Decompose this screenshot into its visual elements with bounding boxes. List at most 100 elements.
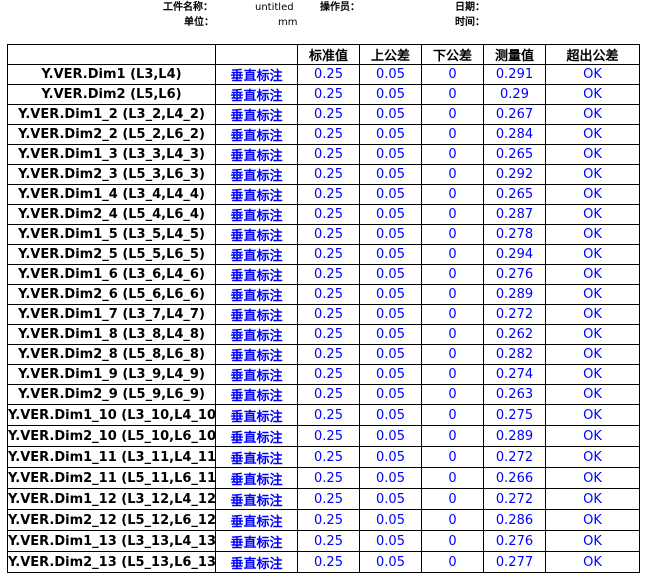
table-row: Y.VER.Dim2_13 (L5_13,L6_13) 垂直标注 0.25 0.05 0… <box>7 551 640 573</box>
measured-value: 0.287 <box>483 204 546 225</box>
measured-value: 0.289 <box>483 425 546 447</box>
dimension-name: Y.VER.Dim1_11 (L3_11,L4_11) <box>7 446 216 468</box>
measured-value: 0.265 <box>483 184 546 205</box>
dimension-type: 垂直标注 <box>215 244 298 265</box>
nominal-value: 0.25 <box>297 124 360 145</box>
dimension-name: Y.VER.Dim1_12 (L3_12,L4_12) <box>7 488 216 510</box>
upper-tolerance: 0.05 <box>359 124 422 145</box>
lower-tolerance: 0 <box>421 404 484 426</box>
dimension-name: Y.VER.Dim1_5 (L3_5,L4_5) <box>7 224 216 245</box>
header-name <box>7 44 216 65</box>
dimension-name: Y.VER.Dim2_3 (L5_3,L6_3) <box>7 164 216 185</box>
table-row: Y.VER.Dim1_6 (L3_6,L4_6) 垂直标注 0.25 0.05 0 0.2… <box>7 264 640 285</box>
nominal-value: 0.25 <box>297 530 360 552</box>
lower-tolerance: 0 <box>421 264 484 285</box>
measured-value: 0.266 <box>483 467 546 489</box>
measured-value: 0.291 <box>483 64 546 85</box>
dimension-name: Y.VER.Dim2_8 (L5_8,L6_8) <box>7 344 216 365</box>
tolerance-result: OK <box>545 184 640 205</box>
table-row: Y.VER.Dim1 (L3,L4) 垂直标注 0.25 0.05 0 0.291 OK <box>7 64 640 85</box>
tolerance-result: OK <box>545 124 640 145</box>
lower-tolerance: 0 <box>421 467 484 489</box>
table-row: Y.VER.Dim2_8 (L5_8,L6_8) 垂直标注 0.25 0.05 0 0.2… <box>7 344 640 365</box>
dimension-name: Y.VER.Dim2_12 (L5_12,L6_12) <box>7 509 216 531</box>
lower-tolerance: 0 <box>421 64 484 85</box>
dimension-type: 垂直标注 <box>215 384 298 405</box>
dimension-name: Y.VER.Dim2_13 (L5_13,L6_13) <box>7 551 216 573</box>
measured-value: 0.272 <box>483 446 546 468</box>
dimension-name: Y.VER.Dim1_6 (L3_6,L4_6) <box>7 264 216 285</box>
table-row: Y.VER.Dim1_5 (L3_5,L4_5) 垂直标注 0.25 0.05 0 0.2… <box>7 224 640 245</box>
dimension-name: Y.VER.Dim2_5 (L5_5,L6_5) <box>7 244 216 265</box>
tolerance-result: OK <box>545 530 640 552</box>
upper-tolerance: 0.05 <box>359 509 422 531</box>
dimension-type: 垂直标注 <box>215 551 298 573</box>
measured-value: 0.262 <box>483 324 546 345</box>
measured-value: 0.275 <box>483 404 546 426</box>
upper-tolerance: 0.05 <box>359 224 422 245</box>
tolerance-result: OK <box>545 224 640 245</box>
dimension-type: 垂直标注 <box>215 184 298 205</box>
nominal-value: 0.25 <box>297 244 360 265</box>
tolerance-result: OK <box>545 264 640 285</box>
measured-value: 0.265 <box>483 144 546 165</box>
nominal-value: 0.25 <box>297 509 360 531</box>
nominal-value: 0.25 <box>297 284 360 305</box>
lower-tolerance: 0 <box>421 344 484 365</box>
upper-tolerance: 0.05 <box>359 144 422 165</box>
dimension-type: 垂直标注 <box>215 530 298 552</box>
nominal-value: 0.25 <box>297 104 360 125</box>
dimension-type: 垂直标注 <box>215 264 298 285</box>
dimension-name: Y.VER.Dim2_10 (L5_10,L6_10) <box>7 425 216 447</box>
table-row: Y.VER.Dim1_2 (L3_2,L4_2) 垂直标注 0.25 0.05 0 0.2… <box>7 104 640 125</box>
tolerance-result: OK <box>545 104 640 125</box>
measured-value: 0.277 <box>483 551 546 573</box>
dimension-name: Y.VER.Dim1_2 (L3_2,L4_2) <box>7 104 216 125</box>
dimension-type: 垂直标注 <box>215 64 298 85</box>
dimension-name: Y.VER.Dim2_4 (L5_4,L6_4) <box>7 204 216 225</box>
upper-tolerance: 0.05 <box>359 284 422 305</box>
nominal-value: 0.25 <box>297 404 360 426</box>
dimension-name: Y.VER.Dim2_11 (L5_11,L6_11) <box>7 467 216 489</box>
nominal-value: 0.25 <box>297 324 360 345</box>
dimension-name: Y.VER.Dim2_2 (L5_2,L6_2) <box>7 124 216 145</box>
tolerance-result: OK <box>545 84 640 105</box>
upper-tolerance: 0.05 <box>359 364 422 385</box>
nominal-value: 0.25 <box>297 304 360 325</box>
tolerance-result: OK <box>545 488 640 510</box>
tolerance-result: OK <box>545 384 640 405</box>
tolerance-result: OK <box>545 551 640 573</box>
table-row: Y.VER.Dim2 (L5,L6) 垂直标注 0.25 0.05 0 0.29 OK <box>7 84 640 105</box>
measured-value: 0.278 <box>483 224 546 245</box>
upper-tolerance: 0.05 <box>359 467 422 489</box>
upper-tolerance: 0.05 <box>359 446 422 468</box>
dimension-type: 垂直标注 <box>215 509 298 531</box>
table-row: Y.VER.Dim1_11 (L3_11,L4_11) 垂直标注 0.25 0.05 0… <box>7 446 640 468</box>
measured-value: 0.272 <box>483 488 546 510</box>
nominal-value: 0.25 <box>297 144 360 165</box>
unit-value: mm <box>278 17 298 28</box>
measured-value: 0.282 <box>483 344 546 365</box>
lower-tolerance: 0 <box>421 144 484 165</box>
lower-tolerance: 0 <box>421 224 484 245</box>
tolerance-result: OK <box>545 324 640 345</box>
dimension-name: Y.VER.Dim1_3 (L3_3,L4_3) <box>7 144 216 165</box>
nominal-value: 0.25 <box>297 84 360 105</box>
table-row: Y.VER.Dim1_4 (L3_4,L4_4) 垂直标注 0.25 0.05 0 0.2… <box>7 184 640 205</box>
tolerance-result: OK <box>545 404 640 426</box>
upper-tolerance: 0.05 <box>359 425 422 447</box>
nominal-value: 0.25 <box>297 467 360 489</box>
measured-value: 0.276 <box>483 530 546 552</box>
dimension-name: Y.VER.Dim2_9 (L5_9,L6_9) <box>7 384 216 405</box>
nominal-value: 0.25 <box>297 446 360 468</box>
dimension-type: 垂直标注 <box>215 104 298 125</box>
dimension-type: 垂直标注 <box>215 304 298 325</box>
table-row: Y.VER.Dim2_11 (L5_11,L6_11) 垂直标注 0.25 0.05 0… <box>7 467 640 489</box>
header-measured: 测量值 <box>483 44 546 65</box>
measurement-table: 标准值 上公差 下公差 测量值 超出公差 Y.VER.Dim1 (L3,L4) 垂… <box>7 44 640 573</box>
dimension-type: 垂直标注 <box>215 164 298 185</box>
dimension-type: 垂直标注 <box>215 425 298 447</box>
lower-tolerance: 0 <box>421 284 484 305</box>
nominal-value: 0.25 <box>297 488 360 510</box>
dimension-type: 垂直标注 <box>215 224 298 245</box>
